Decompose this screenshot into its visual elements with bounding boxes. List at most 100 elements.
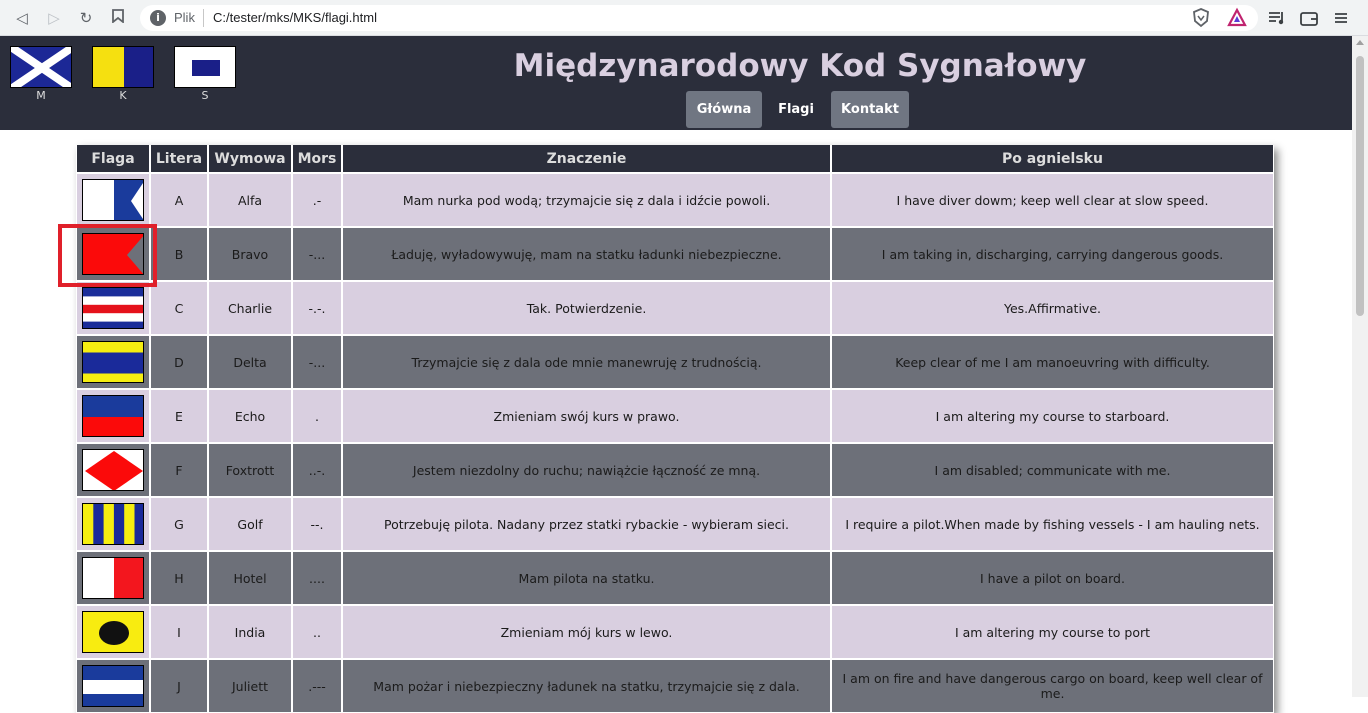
table-row: I India .. Zmieniam mój kurs w lewo. I a… [76,605,1274,659]
flag-c-image [82,287,144,329]
flag-cell [76,173,150,227]
page-title: Międzynarodowy Kod Sygnałowy [513,48,1087,84]
morse-cell: -.-. [292,281,342,335]
selection-highlight [58,224,157,287]
scroll-thumb[interactable] [1356,56,1364,316]
flag-j-image [82,665,144,707]
info-icon[interactable]: i [150,10,166,26]
letter-cell: E [150,389,208,443]
letter-cell: D [150,335,208,389]
wallet-icon[interactable] [1298,7,1320,29]
file-scheme-label: Plik [174,10,195,25]
letter-cell: C [150,281,208,335]
bookmark-icon[interactable] [108,8,128,28]
flag-k-label: K [119,89,127,102]
table-row: G Golf --. Potrzebuję pilota. Nadany prz… [76,497,1274,551]
english-cell: I am altering my course to starboard. [831,389,1274,443]
flag-cell [76,335,150,389]
word-cell: Echo [208,389,292,443]
flag-cell [76,443,150,497]
page-scrollbar[interactable] [1352,36,1368,697]
rewards-triangle-icon[interactable] [1226,7,1248,29]
word-cell: Bravo [208,227,292,281]
morse-cell: .. [292,605,342,659]
col-header-letter: Litera [150,145,208,173]
english-cell: I am disabled; communicate with me. [831,443,1274,497]
morse-cell: .--- [292,659,342,713]
playlist-icon[interactable] [1266,7,1288,29]
col-header-pronunciation: Wymowa [208,145,292,173]
word-cell: Hotel [208,551,292,605]
scroll-up-icon[interactable] [1356,40,1364,45]
meaning-cell: Mam nurka pod wodą; trzymajcie się z dal… [342,173,831,227]
word-cell: Charlie [208,281,292,335]
flag-cell [76,497,150,551]
col-header-flag: Flaga [76,145,150,173]
morse-cell: -... [292,335,342,389]
table-row: E Echo . Zmieniam swój kurs w prawo. I a… [76,389,1274,443]
english-cell: I have diver dowm; keep well clear at sl… [831,173,1274,227]
flag-cell [76,389,150,443]
morse-cell: --. [292,497,342,551]
forward-icon[interactable]: ▷ [44,8,64,28]
col-header-morse: Mors [292,145,342,173]
word-cell: Alfa [208,173,292,227]
flag-m-logo [10,46,72,88]
nav-flagi[interactable]: Flagi [770,91,822,128]
word-cell: Delta [208,335,292,389]
flags-table: Flaga Litera Wymowa Mors Znaczenie Po ag… [76,145,1274,713]
meaning-cell: Zmieniam swój kurs w prawo. [342,389,831,443]
meaning-cell: Trzymajcie się z dala ode mnie manewruję… [342,335,831,389]
english-cell: Yes.Affirmative. [831,281,1274,335]
word-cell: Foxtrott [208,443,292,497]
flags-table-wrapper: Flaga Litera Wymowa Mors Znaczenie Po ag… [76,145,1274,713]
meaning-cell: Tak. Potwierdzenie. [342,281,831,335]
col-header-english: Po agnielsku [831,145,1274,173]
nav-glowna[interactable]: Główna [686,91,762,128]
meaning-cell: Ładuję, wyładowywuję, mam na statku ładu… [342,227,831,281]
brave-shield-icon[interactable] [1190,7,1212,29]
meaning-cell: Potrzebuję pilota. Nadany przez statki r… [342,497,831,551]
english-cell: Keep clear of me I am manoeuvring with d… [831,335,1274,389]
meaning-cell: Zmieniam mój kurs w lewo. [342,605,831,659]
browser-toolbar: ◁ ▷ ↻ i Plik C:/tester/mks/MKS/flagi.htm… [0,0,1368,36]
morse-cell: . [292,389,342,443]
menu-icon[interactable] [1330,7,1352,29]
flag-s-logo [174,46,236,88]
letter-cell: I [150,605,208,659]
english-cell: I am on fire and have dangerous cargo on… [831,659,1274,713]
flag-cell [76,605,150,659]
flag-f-image [82,449,144,491]
meaning-cell: Mam pilota na statku. [342,551,831,605]
table-row: A Alfa .- Mam nurka pod wodą; trzymajcie… [76,173,1274,227]
flag-a-image [82,179,144,221]
flag-m-label: M [36,89,46,102]
letter-cell: H [150,551,208,605]
flag-k-logo [92,46,154,88]
flag-d-image [82,341,144,383]
word-cell: India [208,605,292,659]
flag-e-image [82,395,144,437]
flag-h-image [82,557,144,599]
url-text[interactable]: C:/tester/mks/MKS/flagi.html [213,10,377,25]
back-icon[interactable]: ◁ [12,8,32,28]
flag-g-image [82,503,144,545]
english-cell: I am taking in, discharging, carrying da… [831,227,1274,281]
letter-cell: G [150,497,208,551]
word-cell: Golf [208,497,292,551]
english-cell: I require a pilot.When made by fishing v… [831,497,1274,551]
morse-cell: .- [292,173,342,227]
morse-cell: ..-. [292,443,342,497]
flag-cell [76,281,150,335]
table-row: D Delta -... Trzymajcie się z dala ode m… [76,335,1274,389]
nav-kontakt[interactable]: Kontakt [831,91,909,128]
english-cell: I am altering my course to port [831,605,1274,659]
site-header: M K S Międzynarodowy Kod Sygnałowy Główn… [0,36,1352,130]
reload-icon[interactable]: ↻ [76,8,96,28]
letter-cell: A [150,173,208,227]
flag-i-image [82,611,144,653]
address-separator [203,9,204,27]
flag-cell [76,659,150,713]
letter-cell: F [150,443,208,497]
morse-cell: -... [292,227,342,281]
